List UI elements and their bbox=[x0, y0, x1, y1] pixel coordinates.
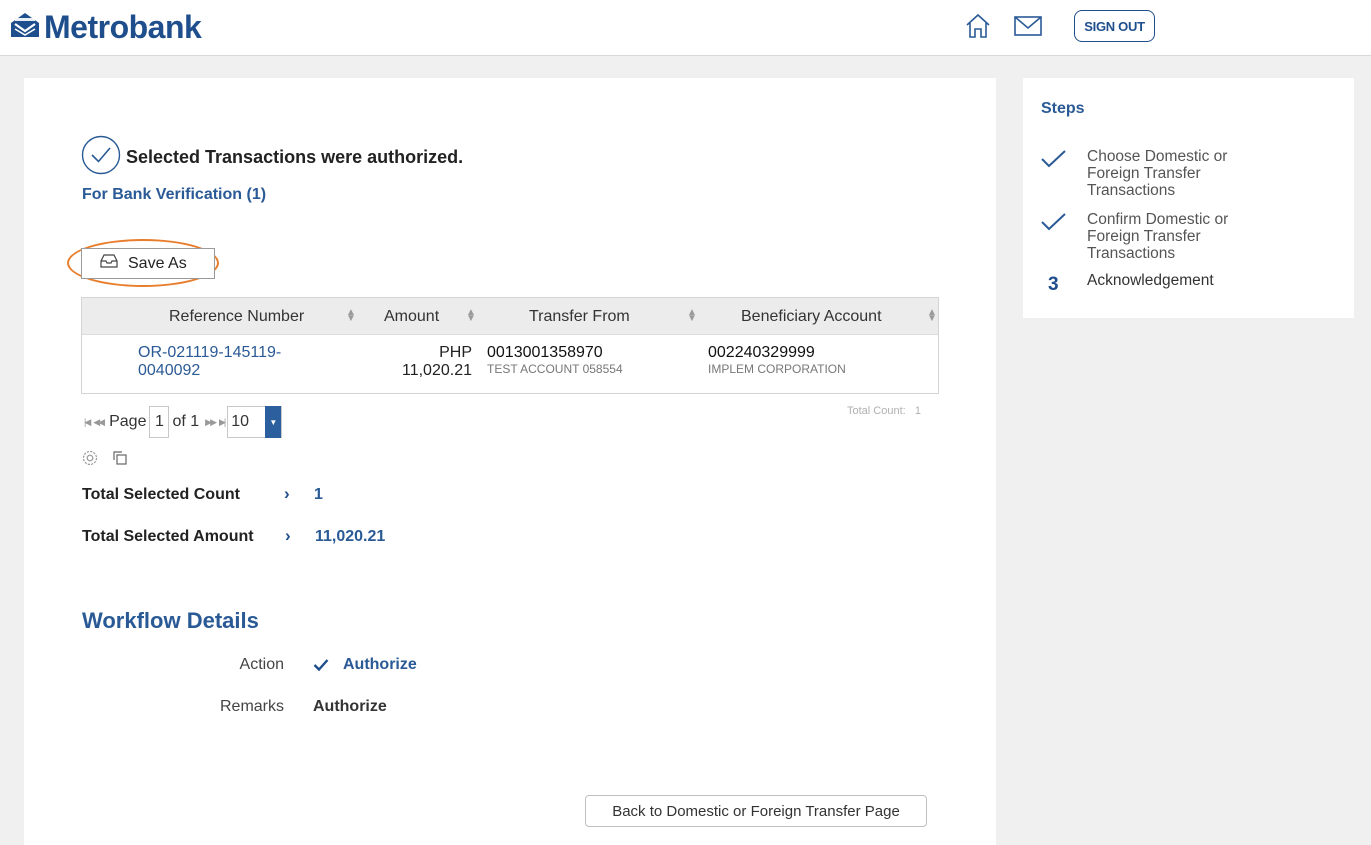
total-selected-count-label: Total Selected Count bbox=[82, 486, 240, 503]
remarks-label: Remarks bbox=[219, 698, 284, 715]
reference-number-link[interactable]: OR-021119-145119- 0040092 bbox=[138, 344, 281, 380]
check-icon bbox=[1039, 211, 1069, 238]
total-selected-amount-label: Total Selected Amount bbox=[82, 528, 254, 545]
column-header-beneficiary[interactable]: Beneficiary Account bbox=[741, 298, 882, 335]
copy-icon[interactable] bbox=[111, 449, 129, 472]
action-label: Action bbox=[239, 656, 284, 673]
total-selected-amount-value: 11,020.21 bbox=[315, 528, 386, 545]
gear-icon[interactable] bbox=[81, 449, 99, 472]
remarks-value: Authorize bbox=[313, 698, 387, 715]
sort-icon[interactable]: ▲ ▼ bbox=[466, 308, 476, 324]
sort-icon[interactable]: ▲ ▼ bbox=[346, 308, 356, 324]
chevron-down-icon[interactable]: ▼ bbox=[265, 406, 282, 438]
tray-icon bbox=[100, 254, 118, 273]
bank-verification-link[interactable]: For Bank Verification (1) bbox=[82, 186, 266, 204]
chevron-right-icon: › bbox=[285, 526, 291, 545]
transfer-from-cell: 0013001358970 TEST ACCOUNT 058554 bbox=[487, 344, 623, 376]
step-label: Confirm Domestic or Foreign Transfer Tra… bbox=[1087, 211, 1229, 262]
transactions-table: Reference Number ▲ ▼ Amount ▲ ▼ Transfer F… bbox=[81, 297, 939, 394]
logo-text: Metrobank bbox=[44, 9, 202, 45]
metrobank-logo[interactable]: Metrobank bbox=[9, 9, 202, 46]
workflow-details-title: Workflow Details bbox=[82, 608, 259, 633]
column-header-amount[interactable]: Amount bbox=[384, 298, 439, 335]
top-header: Metrobank SIGN OUT bbox=[0, 0, 1371, 56]
last-page-icon[interactable]: ▶| bbox=[219, 417, 226, 428]
page-size-select[interactable]: 10 ▼ bbox=[227, 406, 283, 438]
step-number: 3 bbox=[1048, 274, 1059, 295]
step-label: Choose Domestic or Foreign Transfer Tran… bbox=[1087, 148, 1228, 199]
main-content-panel: Selected Transactions were authorized. F… bbox=[24, 78, 996, 845]
next-page-icon[interactable]: ▶▶ bbox=[205, 417, 217, 428]
step-label: Acknowledgement bbox=[1087, 272, 1214, 289]
bank-logo-icon bbox=[9, 9, 41, 46]
table-pager: |◀ ◀◀ Page 1 of 1 ▶▶ ▶| 10 ▼ bbox=[84, 406, 283, 438]
back-to-transfer-button[interactable]: Back to Domestic or Foreign Transfer Pag… bbox=[585, 795, 927, 827]
check-circle-icon bbox=[81, 135, 121, 180]
amount-cell: PHP 11,020.21 bbox=[402, 344, 472, 379]
page-number-input[interactable]: 1 bbox=[149, 406, 170, 438]
column-header-reference[interactable]: Reference Number bbox=[169, 298, 304, 335]
home-icon[interactable] bbox=[963, 11, 993, 46]
save-as-label: Save As bbox=[128, 254, 187, 272]
page-of-label: of 1 bbox=[172, 413, 200, 430]
prev-page-icon[interactable]: ◀◀ bbox=[93, 417, 105, 428]
save-as-button[interactable]: Save As bbox=[81, 248, 215, 279]
beneficiary-cell: 002240329999 IMPLEM CORPORATION bbox=[708, 344, 846, 376]
action-value: Authorize bbox=[343, 656, 417, 673]
chevron-right-icon: › bbox=[284, 484, 290, 503]
column-header-transfer-from[interactable]: Transfer From bbox=[529, 298, 630, 335]
sort-icon[interactable]: ▲ ▼ bbox=[927, 308, 937, 324]
page-label: Page bbox=[109, 413, 147, 430]
total-count: Total Count: 1 bbox=[847, 405, 921, 417]
check-icon bbox=[1039, 148, 1069, 175]
steps-panel: Steps Choose Domestic or Foreign Transfe… bbox=[1023, 78, 1354, 318]
success-message: Selected Transactions were authorized. bbox=[126, 147, 464, 167]
mail-icon[interactable] bbox=[1013, 13, 1043, 44]
success-banner: Selected Transactions were authorized. bbox=[81, 135, 463, 180]
sort-icon[interactable]: ▲ ▼ bbox=[687, 308, 697, 324]
table-tools bbox=[81, 449, 129, 472]
steps-title: Steps bbox=[1041, 100, 1085, 117]
check-icon bbox=[313, 658, 329, 677]
total-selected-count-value: 1 bbox=[314, 486, 323, 503]
sign-out-button[interactable]: SIGN OUT bbox=[1074, 10, 1155, 42]
first-page-icon[interactable]: |◀ bbox=[84, 417, 91, 428]
table-header: Reference Number ▲ ▼ Amount ▲ ▼ Transfer F… bbox=[82, 298, 938, 335]
